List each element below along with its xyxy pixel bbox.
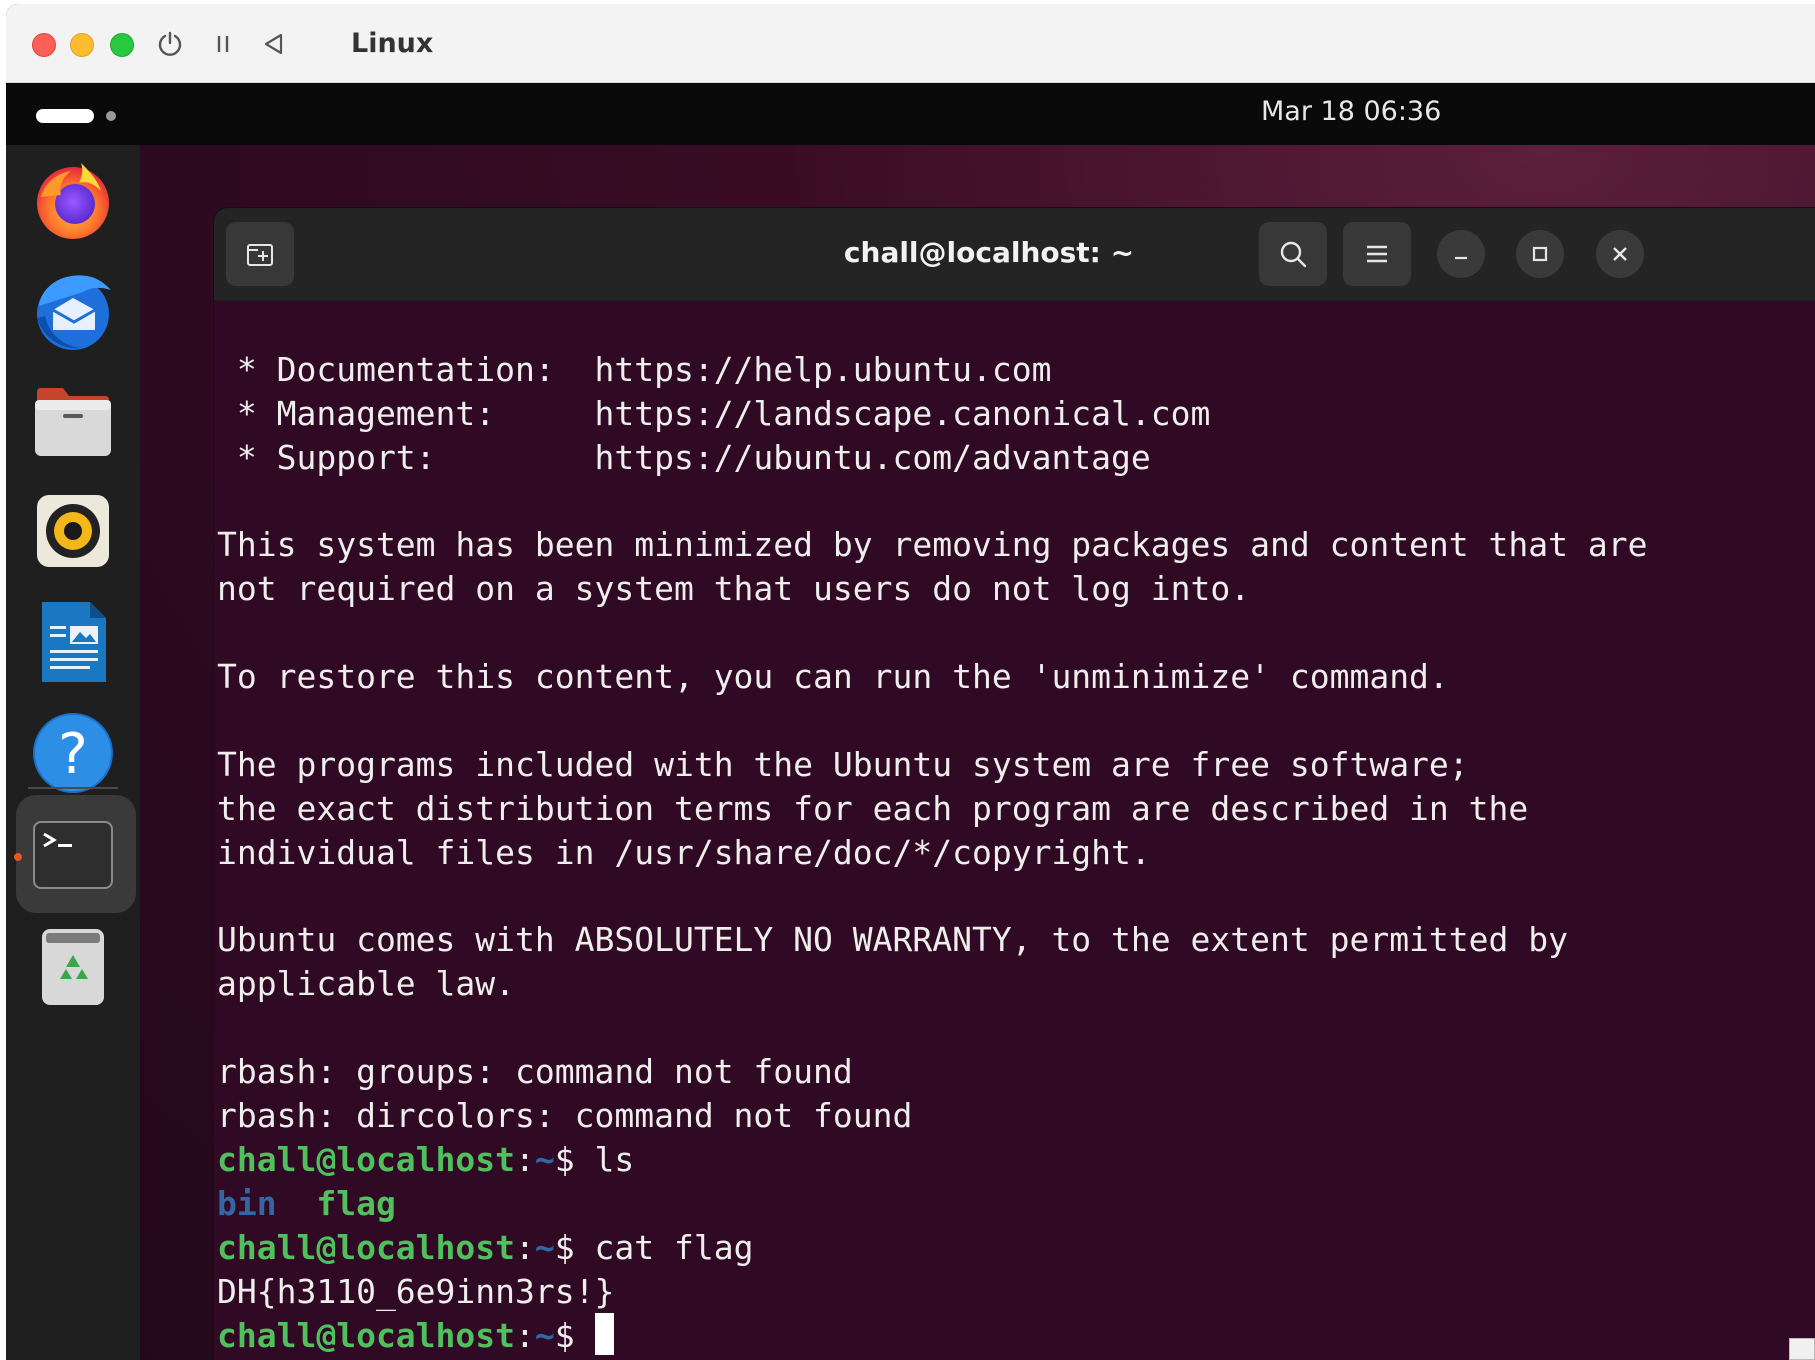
prompt-user-host: chall@localhost [217,1139,516,1179]
dock-item-trash[interactable] [24,917,122,1015]
prompt-line: chall@localhost:~$ cat flag [217,1226,1815,1270]
terminal-output[interactable]: * Documentation: https://help.ubuntu.com… [217,300,1815,1360]
ubuntu-top-bar: Mar 18 06:36 [6,83,1815,145]
prompt-separator: : [515,1316,535,1356]
close-button[interactable] [1596,230,1644,278]
prompt-symbol: $ [554,1139,595,1179]
terminal-line: Ubuntu comes with ABSOLUTELY NO WARRANTY… [217,920,1569,960]
activities-button[interactable] [36,109,94,123]
corner-badge [1789,1338,1815,1360]
search-button[interactable] [1259,222,1327,286]
command-text: cat flag [594,1227,754,1267]
maximize-button[interactable] [1516,230,1564,278]
power-icon[interactable] [152,26,188,62]
back-icon[interactable] [258,26,288,62]
dock-separator [28,787,118,789]
clock[interactable]: Mar 18 06:36 [1261,96,1441,127]
pause-icon[interactable] [208,26,238,62]
prompt-user-host: chall@localhost [217,1227,516,1267]
terminal-line: * Documentation: https://help.ubuntu.com [217,349,1052,389]
terminal-line: rbash: dircolors: command not found [217,1096,913,1136]
terminal-icon [33,821,113,889]
svg-text:?: ? [58,722,88,787]
command-text: ls [594,1139,635,1179]
terminal-line: This system has been minimized by removi… [217,525,1648,565]
current-prompt-line[interactable]: chall@localhost:~$ [217,1313,1815,1357]
prompt-path: ~ [534,1316,555,1356]
vm-window: Linux Mar 18 06:36 ? chall@localhost: ~ … [6,4,1815,1360]
hamburger-menu-icon [1367,245,1387,263]
ls-dir-entry: bin [217,1183,277,1223]
vm-titlebar: Linux [6,4,1815,83]
close-icon [1613,247,1627,261]
terminal-headerbar: chall@localhost: ~ [214,208,1815,301]
prompt-user-host: chall@localhost [217,1316,516,1356]
terminal-line: applicable law. [217,964,516,1004]
trash-icon [42,929,104,1005]
files-icon [35,388,111,456]
dock-item-rhythmbox[interactable] [24,482,122,580]
help-icon: ? [33,713,113,793]
dock-item-firefox[interactable] [24,150,122,248]
prompt-path: ~ [534,1139,555,1179]
firefox-icon [37,163,109,239]
prompt-symbol: $ [554,1316,595,1356]
vm-window-title: Linux [351,28,434,59]
terminal-line: To restore this content, you can run the… [217,657,1449,697]
minimize-button[interactable] [1437,230,1485,278]
prompt-separator: : [515,1227,535,1267]
writer-icon [42,602,106,682]
zoom-window-button[interactable] [110,33,134,57]
dock-item-thunderbird[interactable] [24,261,122,359]
flag-output-line: DH{h3110_6e9inn3rs!} [217,1271,615,1311]
workspace-indicator[interactable] [106,111,116,121]
prompt-symbol: $ [554,1227,595,1267]
rhythmbox-icon [37,495,109,567]
ls-output: bin flag [217,1182,1815,1226]
active-app-indicator [14,853,22,861]
terminal-line: The programs included with the Ubuntu sy… [217,744,1469,784]
minimize-window-button[interactable] [70,33,94,57]
ls-file-entry: flag [316,1183,396,1223]
terminal-line: * Support: https://ubuntu.com/advantage [217,437,1151,477]
terminal-window[interactable]: chall@localhost: ~ * Documentation: http… [214,208,1815,1360]
dock-item-files[interactable] [24,371,122,469]
dock-item-terminal[interactable] [24,806,122,904]
maximize-icon [1532,246,1548,262]
menu-button[interactable] [1343,222,1411,286]
thunderbird-icon [37,275,111,350]
search-icon [1280,241,1307,268]
ls-gap [277,1184,317,1223]
dock: ? [6,145,140,1360]
prompt-path: ~ [534,1227,555,1267]
prompt-separator: : [515,1139,535,1179]
motd-block: * Documentation: https://help.ubuntu.com… [217,304,1815,1138]
close-window-button[interactable] [32,33,56,57]
minimize-icon [1455,256,1467,260]
dock-item-writer[interactable] [24,593,122,691]
terminal-line: the exact distribution terms for each pr… [217,788,1529,828]
terminal-line: individual files in /usr/share/doc/*/cop… [217,832,1151,872]
terminal-line: not required on a system that users do n… [217,569,1251,609]
text-cursor [594,1313,614,1356]
prompt-line: chall@localhost:~$ ls [217,1138,1815,1182]
terminal-line: rbash: groups: command not found [217,1052,853,1092]
terminal-line: * Management: https://landscape.canonica… [217,393,1211,433]
